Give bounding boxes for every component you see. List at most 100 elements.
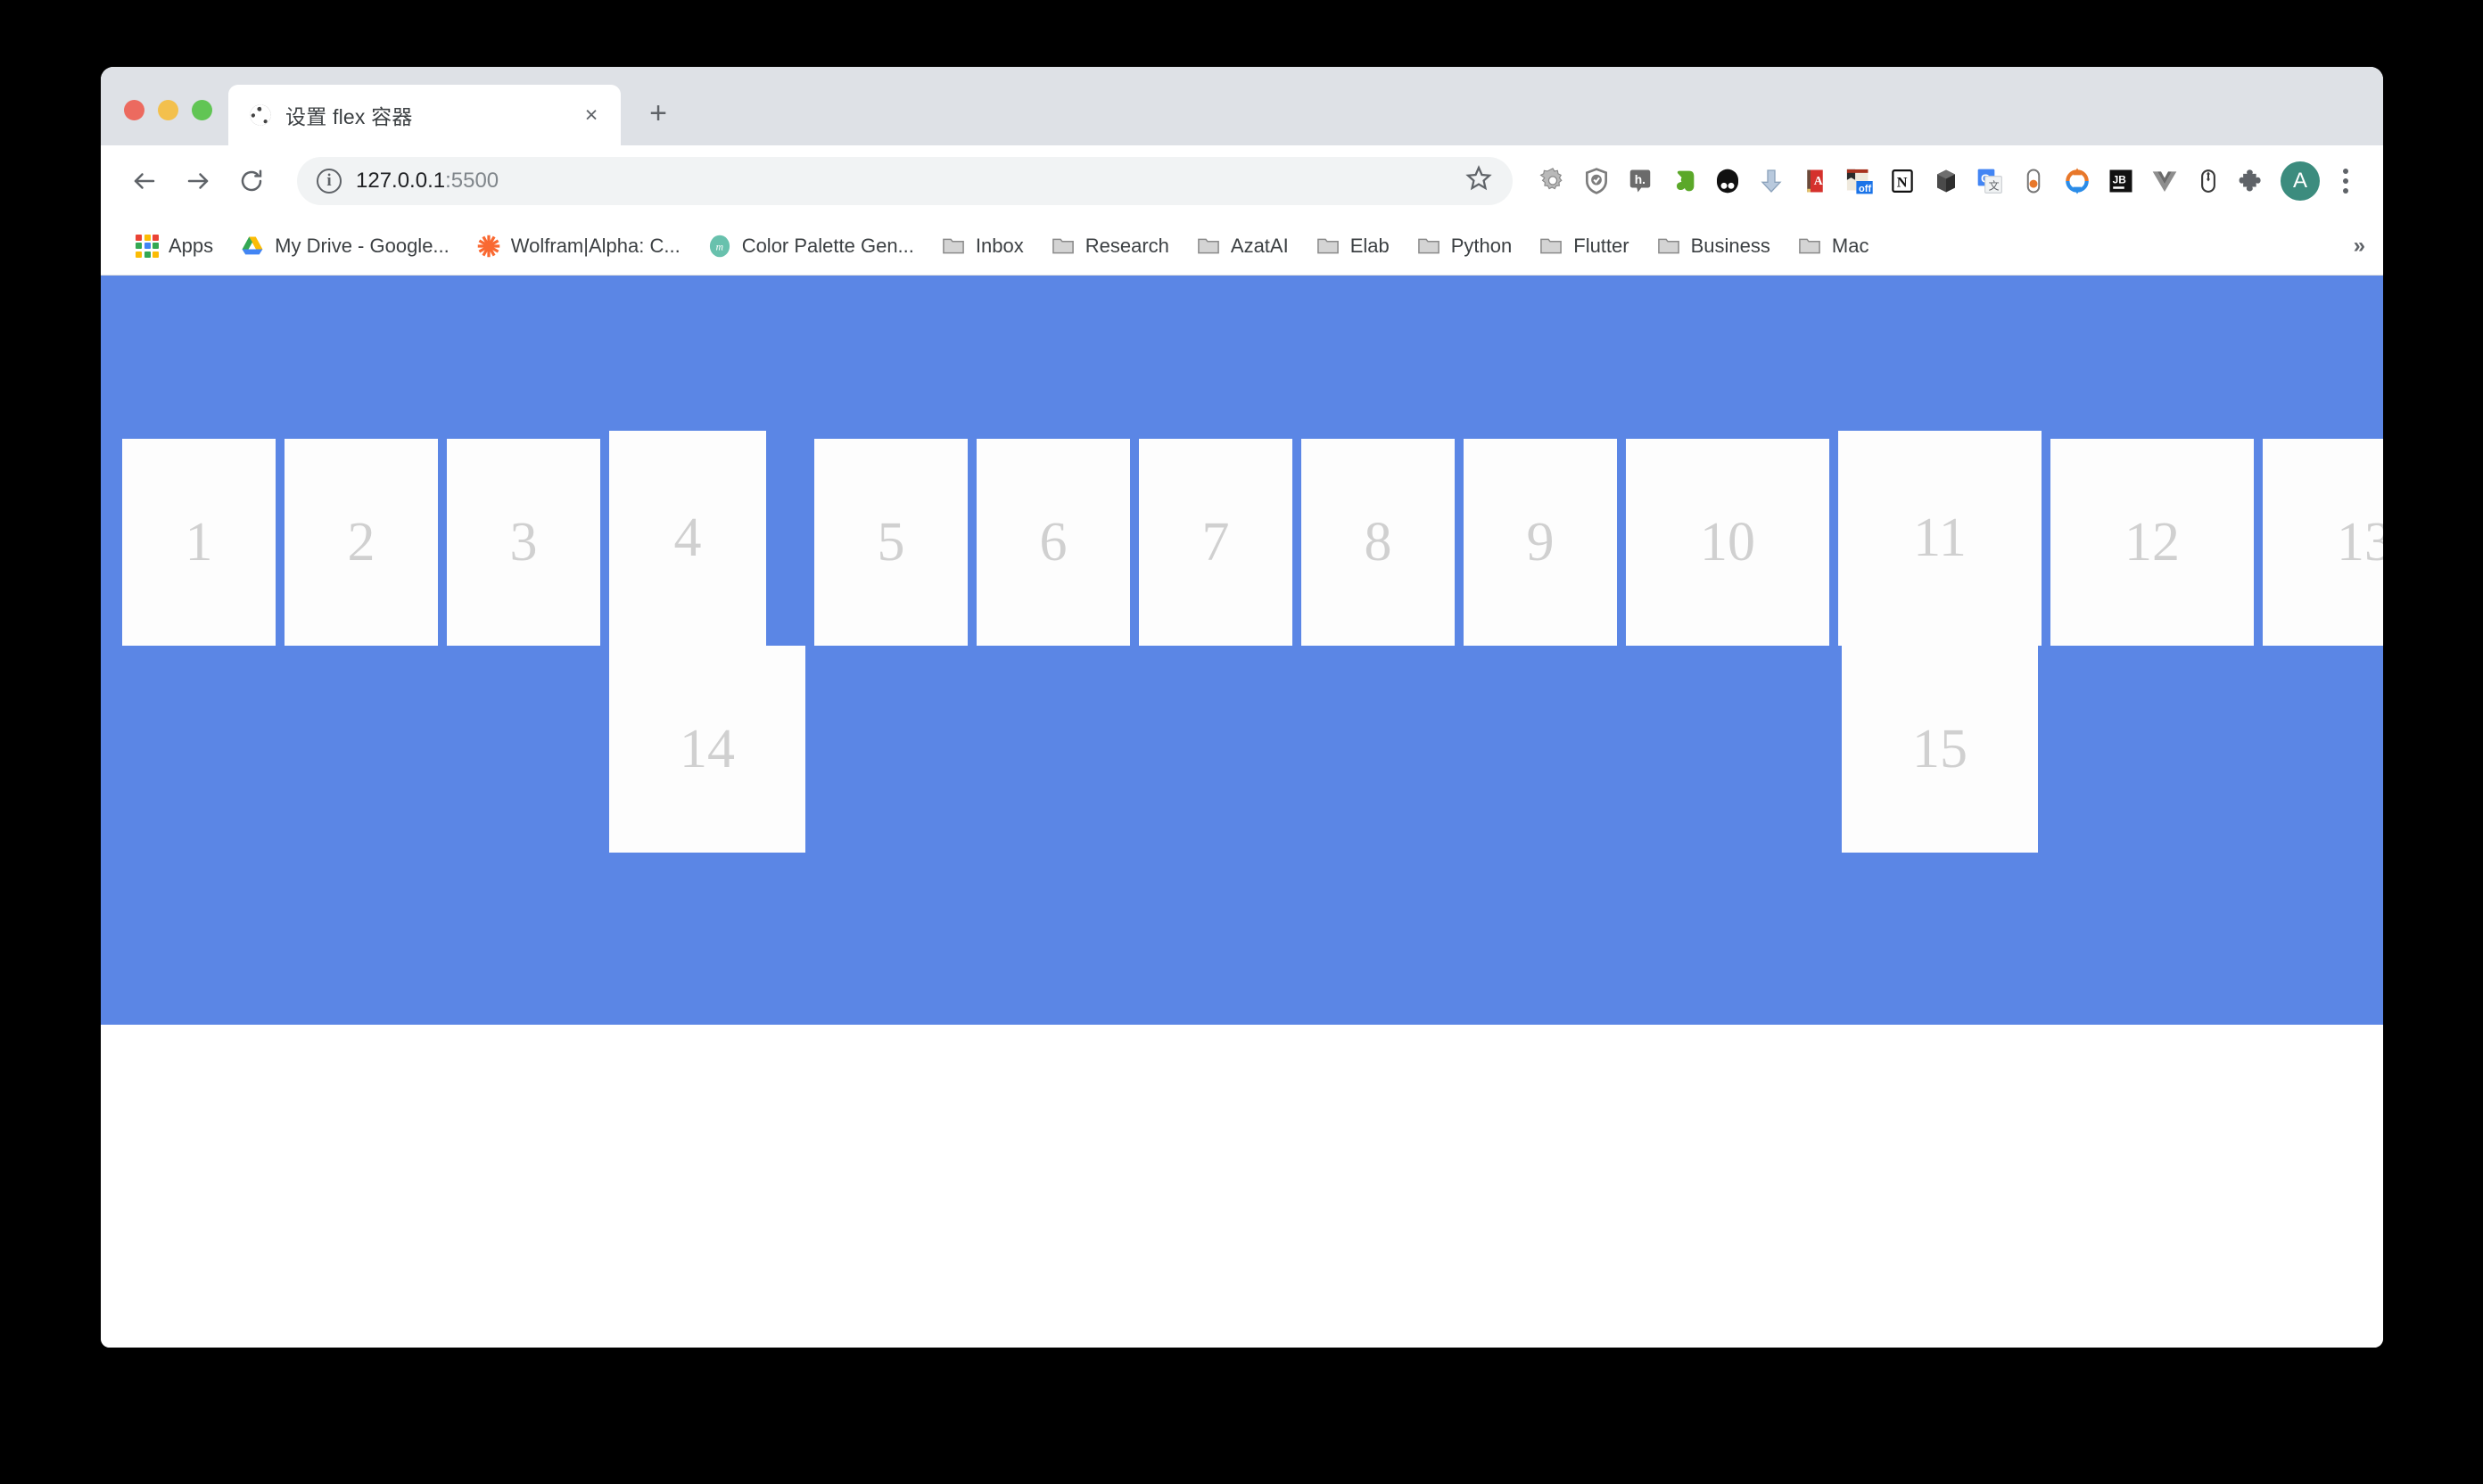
flex-item[interactable]: 13 — [2263, 439, 2383, 646]
arrow-left-icon — [134, 173, 155, 189]
svg-text:N: N — [1897, 174, 1908, 190]
kebab-dot — [2343, 169, 2348, 174]
bookmark-my-drive[interactable]: My Drive - Google... — [228, 228, 461, 264]
folder-icon — [1052, 238, 1074, 253]
kebab-dot — [2343, 178, 2348, 184]
folder-icon — [1198, 238, 1219, 253]
flex-item[interactable]: 9 — [1464, 439, 1617, 646]
circle-arrows-icon[interactable] — [2057, 161, 2098, 202]
bookmark-label: Business — [1690, 234, 1770, 257]
minimize-window-button[interactable] — [158, 100, 178, 120]
address-bar[interactable]: i 127.0.0.1:5500 — [297, 157, 1513, 205]
google-translate-icon[interactable]: G文 — [1969, 161, 2010, 202]
gear-icon[interactable] — [1532, 161, 1573, 202]
close-window-button[interactable] — [124, 100, 144, 120]
mouse-icon[interactable] — [2188, 161, 2229, 202]
flex-item[interactable]: 6 — [977, 439, 1130, 646]
flex-item[interactable]: 5 — [814, 439, 968, 646]
bookmark-apps[interactable]: Apps — [124, 229, 225, 263]
flex-item[interactable]: 7 — [1139, 439, 1292, 646]
flex-column: 13 — [2263, 439, 2383, 646]
bookmark-star-icon[interactable] — [1464, 164, 1498, 198]
bookmark-label: Wolfram|Alpha: C... — [510, 234, 681, 257]
color-palette-icon: m — [709, 235, 730, 257]
flex-item[interactable]: 1 — [122, 439, 276, 646]
back-button[interactable] — [120, 157, 169, 205]
browser-window: 设置 flex 容器 × + i 127.0.0.1:5500 h. A off… — [101, 67, 2383, 1348]
bookmark-color-palette[interactable]: m Color Palette Gen... — [696, 228, 926, 264]
shield-check-icon[interactable] — [1576, 161, 1617, 202]
jetbrains-icon[interactable]: JB — [2100, 161, 2141, 202]
bookmark-label: Elab — [1349, 234, 1390, 257]
flex-item[interactable]: 8 — [1301, 439, 1455, 646]
browser-tab[interactable]: 设置 flex 容器 × — [228, 85, 621, 145]
flex-items-row: 1 2 3 4 14 5 6 7 8 9 10 11 15 12 13 — [122, 431, 2383, 853]
bookmark-label: Mac — [1831, 234, 1869, 257]
flex-item[interactable]: 10 — [1626, 439, 1829, 646]
maximize-window-button[interactable] — [192, 100, 212, 120]
bookmark-label: Flutter — [1573, 234, 1629, 257]
site-info-icon[interactable]: i — [317, 169, 342, 194]
reload-icon — [241, 169, 262, 192]
chrome-menu-button[interactable] — [2328, 161, 2363, 202]
profile-avatar[interactable]: A — [2281, 161, 2320, 201]
flex-item[interactable]: 2 — [285, 439, 438, 646]
reload-button[interactable] — [227, 157, 276, 205]
bookmarks-overflow-button[interactable]: » — [2354, 234, 2365, 259]
flex-column: 11 15 — [1838, 431, 2042, 853]
google-drive-icon — [242, 236, 263, 254]
folder-icon — [1540, 238, 1563, 253]
flex-item[interactable]: 12 — [2050, 439, 2254, 646]
bookmark-wolfram-alpha[interactable]: Wolfram|Alpha: C... — [465, 228, 692, 264]
vue-icon[interactable] — [2144, 161, 2185, 202]
bookmark-folder-business[interactable]: Business — [1645, 228, 1782, 264]
bookmark-label: Research — [1085, 234, 1169, 257]
bookmark-folder-inbox[interactable]: Inbox — [929, 228, 1035, 264]
folder-icon — [943, 238, 964, 253]
flex-column: 9 — [1464, 439, 1617, 646]
bookmark-folder-python[interactable]: Python — [1405, 228, 1524, 264]
flex-column: 5 — [814, 439, 968, 646]
bookmark-label: AzatAI — [1230, 234, 1289, 257]
bookmark-label: My Drive - Google... — [275, 234, 450, 257]
close-tab-button[interactable]: × — [576, 100, 606, 130]
two-dots-icon[interactable] — [1707, 161, 1748, 202]
svg-text:A: A — [1814, 174, 1823, 187]
flex-container: 1 2 3 4 14 5 6 7 8 9 10 11 15 12 13 — [101, 276, 2383, 1025]
url-port: :5500 — [445, 169, 499, 193]
cube-icon[interactable] — [1926, 161, 1967, 202]
bookmark-off-icon[interactable]: off — [1838, 161, 1879, 202]
flex-item[interactable]: 3 — [447, 439, 600, 646]
download-arrow-icon[interactable] — [1751, 161, 1792, 202]
flex-column: 8 — [1301, 439, 1455, 646]
flex-column: 7 — [1139, 439, 1292, 646]
flex-column: 10 — [1626, 439, 1829, 646]
svg-text:off: off — [1859, 184, 1871, 194]
bookmark-folder-flutter[interactable]: Flutter — [1527, 228, 1640, 264]
url-host: 127.0.0.1 — [356, 169, 446, 193]
flex-item[interactable]: 14 — [609, 646, 805, 853]
bookmark-folder-research[interactable]: Research — [1039, 228, 1181, 264]
forward-button[interactable] — [174, 157, 222, 205]
notion-icon[interactable]: N — [1882, 161, 1923, 202]
puzzle-piece-icon[interactable] — [2231, 161, 2273, 202]
flex-column: 1 — [122, 439, 276, 646]
bookmark-folder-azatai[interactable]: AzatAI — [1184, 228, 1300, 264]
apps-grid-icon — [136, 234, 159, 258]
flex-item[interactable]: 11 — [1838, 431, 2042, 646]
toggle-pill-icon[interactable] — [2013, 161, 2054, 202]
red-book-icon[interactable]: A — [1794, 161, 1835, 202]
hypothesis-icon[interactable]: h. — [1620, 161, 1661, 202]
tab-strip: 设置 flex 容器 × + — [101, 67, 2383, 145]
flex-item[interactable]: 4 — [609, 431, 766, 646]
bookmark-folder-elab[interactable]: Elab — [1304, 228, 1401, 264]
evernote-icon[interactable] — [1663, 161, 1704, 202]
url-input[interactable]: 127.0.0.1:5500 — [356, 169, 1450, 194]
wolfram-alpha-icon — [477, 235, 500, 257]
flex-column: 12 — [2050, 439, 2254, 646]
flex-item[interactable]: 15 — [1842, 646, 2038, 853]
new-tab-button[interactable]: + — [633, 88, 683, 138]
bookmark-folder-mac[interactable]: Mac — [1786, 228, 1881, 264]
browser-toolbar: i 127.0.0.1:5500 h. A off N 文 JB A — [101, 145, 2383, 217]
flex-column: 3 — [447, 439, 600, 646]
